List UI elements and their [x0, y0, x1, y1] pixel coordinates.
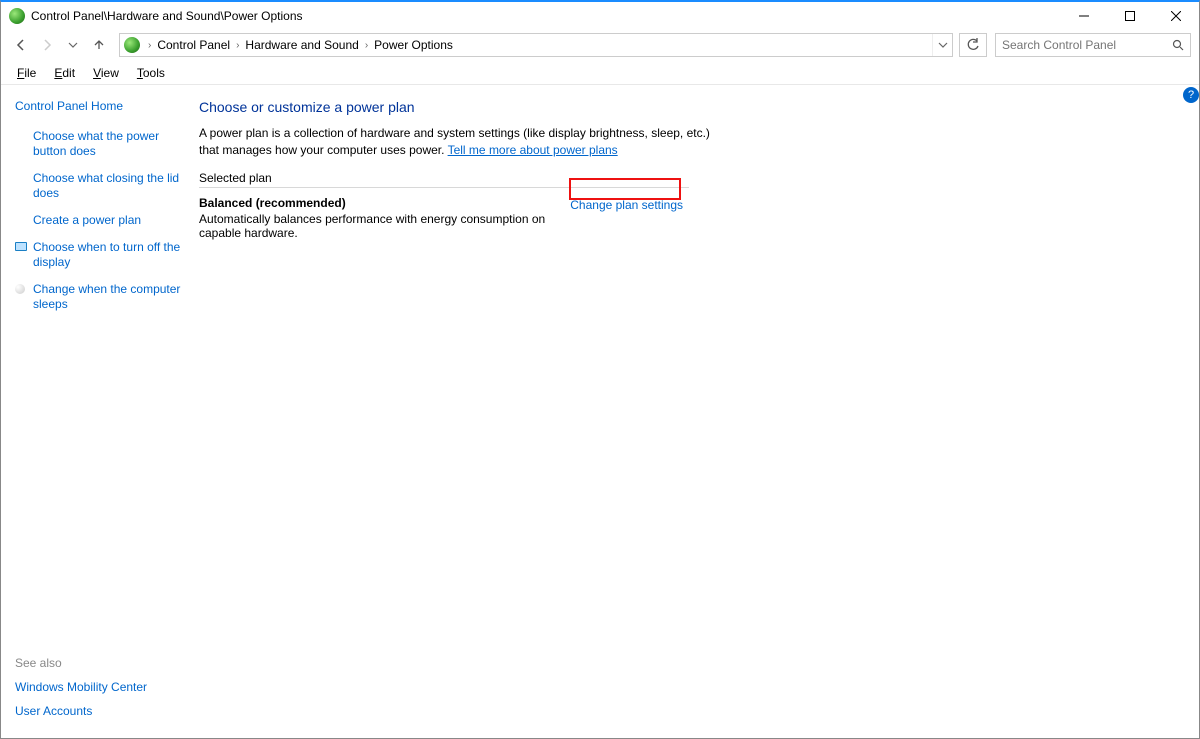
sidebar: Control Panel Home Choose what the power… [1, 85, 191, 738]
sidebar-link-create-plan[interactable]: Create a power plan [15, 213, 181, 228]
close-icon [1171, 11, 1181, 21]
help-button[interactable]: ? [1183, 87, 1199, 103]
back-button[interactable] [9, 33, 33, 57]
menu-edit[interactable]: Edit [46, 64, 83, 82]
plan-name: Balanced (recommended) [199, 196, 564, 210]
forward-button[interactable] [35, 33, 59, 57]
power-options-icon [9, 8, 25, 24]
sidebar-link-closing-lid[interactable]: Choose what closing the lid does [15, 171, 181, 201]
toolbar: › Control Panel › Hardware and Sound › P… [1, 29, 1199, 61]
chevron-right-icon: › [148, 40, 151, 51]
page-heading: Choose or customize a power plan [199, 99, 1181, 115]
search-input[interactable] [1002, 38, 1172, 52]
forward-arrow-icon [40, 38, 54, 52]
breadcrumb-item[interactable]: Power Options [372, 38, 455, 52]
search-icon[interactable] [1172, 39, 1184, 51]
menu-tools[interactable]: Tools [129, 64, 173, 82]
selected-plan-label: Selected plan [199, 171, 689, 188]
menu-file[interactable]: File [9, 64, 44, 82]
recent-locations-button[interactable] [61, 33, 85, 57]
plan-row: Balanced (recommended) Automatically bal… [199, 192, 689, 240]
close-button[interactable] [1153, 2, 1199, 29]
location-icon [124, 37, 140, 53]
chevron-right-icon: › [365, 40, 368, 51]
sidebar-link-label: Choose what the power button does [33, 129, 181, 159]
menu-view[interactable]: View [85, 64, 127, 82]
see-also-label: See also [15, 656, 181, 670]
back-arrow-icon [14, 38, 28, 52]
sidebar-link-label: Create a power plan [33, 213, 141, 228]
refresh-icon [966, 38, 980, 52]
related-mobility-center[interactable]: Windows Mobility Center [15, 680, 181, 694]
search-box[interactable] [995, 33, 1191, 57]
up-button[interactable] [87, 33, 111, 57]
plan-description: Automatically balances performance with … [199, 212, 564, 240]
window-title: Control Panel\Hardware and Sound\Power O… [31, 9, 303, 23]
content: ? Choose or customize a power plan A pow… [191, 85, 1199, 738]
main: Control Panel Home Choose what the power… [1, 85, 1199, 738]
breadcrumb-item[interactable]: Control Panel [155, 38, 232, 52]
monitor-icon [15, 242, 27, 251]
chevron-right-icon: › [236, 40, 239, 51]
page-description: A power plan is a collection of hardware… [199, 125, 719, 159]
minimize-icon [1079, 11, 1089, 21]
refresh-button[interactable] [959, 33, 987, 57]
menubar: File Edit View Tools [1, 61, 1199, 85]
address-dropdown-button[interactable] [932, 34, 952, 56]
breadcrumb-item[interactable]: Hardware and Sound [243, 38, 360, 52]
sidebar-link-power-button[interactable]: Choose what the power button does [15, 129, 181, 159]
change-plan-settings-link[interactable]: Change plan settings [564, 194, 689, 216]
address-bar[interactable]: › Control Panel › Hardware and Sound › P… [119, 33, 953, 57]
control-panel-home-link[interactable]: Control Panel Home [15, 99, 181, 113]
maximize-icon [1125, 11, 1135, 21]
titlebar: Control Panel\Hardware and Sound\Power O… [1, 2, 1199, 29]
chevron-down-icon [68, 40, 78, 50]
sidebar-link-computer-sleeps[interactable]: Change when the computer sleeps [15, 282, 181, 312]
chevron-down-icon [938, 40, 948, 50]
sidebar-link-label: Choose what closing the lid does [33, 171, 181, 201]
moon-icon [15, 284, 25, 294]
learn-more-link[interactable]: Tell me more about power plans [448, 143, 618, 157]
maximize-button[interactable] [1107, 2, 1153, 29]
up-arrow-icon [92, 38, 106, 52]
related-user-accounts[interactable]: User Accounts [15, 704, 181, 718]
sidebar-link-turn-off-display[interactable]: Choose when to turn off the display [15, 240, 181, 270]
sidebar-link-label: Choose when to turn off the display [33, 240, 181, 270]
minimize-button[interactable] [1061, 2, 1107, 29]
sidebar-link-label: Change when the computer sleeps [33, 282, 181, 312]
window-controls [1061, 2, 1199, 29]
